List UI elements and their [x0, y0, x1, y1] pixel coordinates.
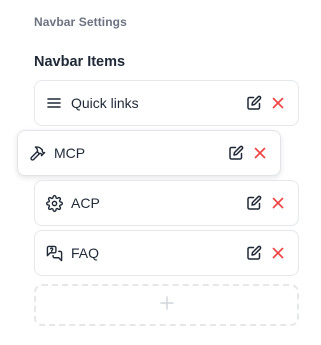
nav-item-mcp[interactable]: MCP	[17, 130, 281, 176]
nav-item-label: Quick links	[71, 95, 139, 111]
navbar-settings-panel: Navbar Settings Navbar Items Quick links	[0, 0, 321, 345]
question-chat-icon[interactable]	[44, 243, 64, 263]
edit-icon[interactable]	[246, 95, 262, 111]
nav-item-faq[interactable]: FAQ	[34, 230, 299, 276]
add-nav-item-button[interactable]	[34, 284, 299, 326]
group-title: Navbar Items	[34, 54, 126, 70]
plus-icon	[159, 295, 174, 315]
nav-item-quick-links[interactable]: Quick links	[34, 80, 299, 126]
delete-icon[interactable]	[270, 195, 286, 211]
nav-item-label: MCP	[54, 145, 86, 161]
nav-item-label: ACP	[71, 195, 100, 211]
delete-icon[interactable]	[270, 95, 286, 111]
gear-icon[interactable]	[44, 193, 64, 213]
delete-icon[interactable]	[252, 145, 268, 161]
delete-icon[interactable]	[270, 245, 286, 261]
edit-icon[interactable]	[228, 145, 244, 161]
nav-item-label: FAQ	[71, 245, 100, 261]
edit-icon[interactable]	[246, 195, 262, 211]
menu-icon[interactable]	[44, 93, 64, 113]
nav-item-acp[interactable]: ACP	[34, 180, 299, 226]
hammer-icon[interactable]	[27, 143, 47, 163]
section-title: Navbar Settings	[34, 15, 127, 29]
edit-icon[interactable]	[246, 245, 262, 261]
